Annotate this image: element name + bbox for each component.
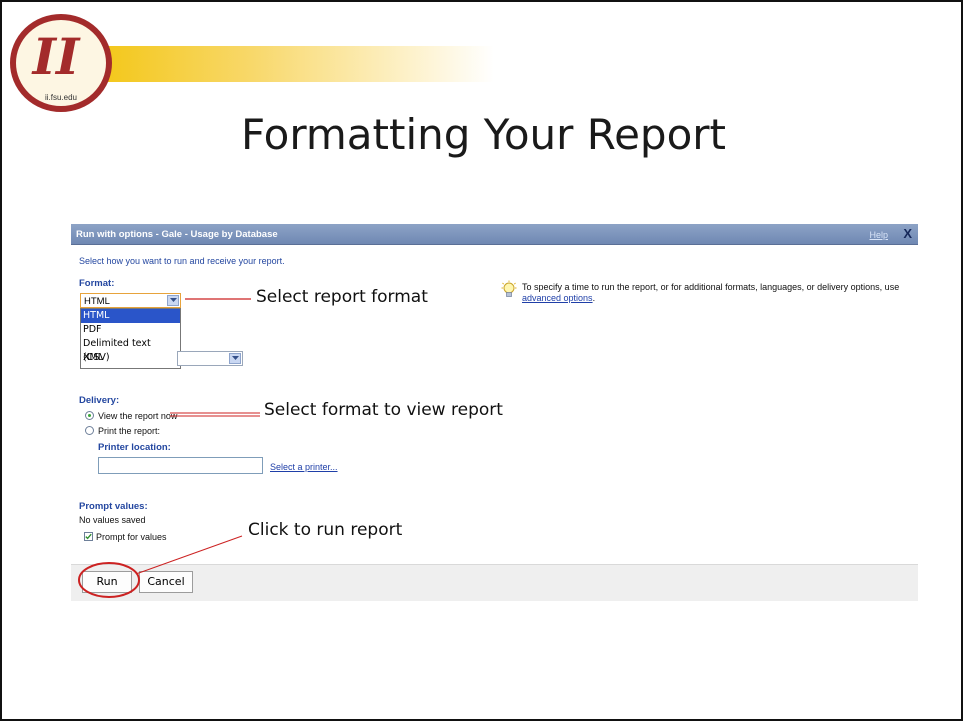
tip-suffix: . bbox=[592, 293, 596, 303]
format-select[interactable]: HTML bbox=[80, 293, 181, 308]
slide: II ii.fsu.edu Formatting Your Report Run… bbox=[0, 0, 963, 721]
format-selected-value: HTML bbox=[84, 296, 110, 307]
printer-location-input[interactable] bbox=[98, 457, 263, 474]
language-select[interactable] bbox=[177, 351, 243, 366]
format-dropdown-list: HTML PDF Delimited text (CSV) XML bbox=[80, 308, 181, 369]
prompt-status: No values saved bbox=[79, 515, 146, 525]
help-link[interactable]: Help bbox=[869, 230, 888, 240]
format-option-pdf[interactable]: PDF bbox=[81, 323, 180, 337]
logo-caption: ii.fsu.edu bbox=[45, 93, 77, 102]
prompt-for-values-label: Prompt for values bbox=[96, 532, 167, 542]
run-button[interactable]: Run bbox=[82, 571, 132, 593]
print-report-label: Print the report: bbox=[98, 426, 161, 436]
cancel-button[interactable]: Cancel bbox=[139, 571, 193, 593]
slide-title: Formatting Your Report bbox=[240, 110, 726, 159]
run-annotation: Click to run report bbox=[248, 520, 403, 540]
view-now-label: View the report now bbox=[98, 411, 178, 421]
prompt-for-values-checkbox[interactable] bbox=[84, 532, 93, 541]
format-option-html[interactable]: HTML bbox=[81, 309, 180, 323]
format-label: Format: bbox=[79, 278, 115, 289]
ii-logo: II ii.fsu.edu bbox=[10, 14, 112, 112]
dialog-footer bbox=[71, 564, 918, 601]
dialog-title: Run with options - Gale - Usage by Datab… bbox=[76, 229, 278, 240]
logo-letters: II bbox=[31, 27, 81, 86]
chevron-down-icon[interactable] bbox=[229, 353, 241, 364]
lightbulb-icon bbox=[501, 280, 517, 297]
view-annotation: Select format to view report bbox=[264, 400, 503, 420]
dialog-titlebar: Run with options - Gale - Usage by Datab… bbox=[71, 224, 918, 245]
advanced-options-link[interactable]: advanced options bbox=[522, 293, 593, 303]
format-option-xml[interactable]: XML bbox=[81, 351, 180, 365]
format-annotation: Select report format bbox=[256, 287, 428, 307]
delivery-label: Delivery: bbox=[79, 395, 120, 406]
view-now-radio[interactable] bbox=[85, 411, 94, 420]
chevron-down-icon[interactable] bbox=[167, 295, 179, 306]
checkmark-icon bbox=[85, 533, 92, 540]
dialog-instructions: Select how you want to run and receive y… bbox=[79, 256, 285, 266]
close-icon[interactable]: X bbox=[903, 226, 912, 241]
tip-text: To specify a time to run the report, or … bbox=[522, 282, 902, 304]
format-option-csv[interactable]: Delimited text (CSV) bbox=[81, 337, 180, 363]
select-printer-link[interactable]: Select a printer... bbox=[270, 462, 338, 472]
prompt-values-label: Prompt values: bbox=[79, 501, 148, 512]
printer-location-label: Printer location: bbox=[98, 442, 171, 453]
print-report-radio[interactable] bbox=[85, 426, 94, 435]
tip-body: To specify a time to run the report, or … bbox=[522, 282, 900, 292]
header-gradient-bar bbox=[54, 46, 494, 82]
